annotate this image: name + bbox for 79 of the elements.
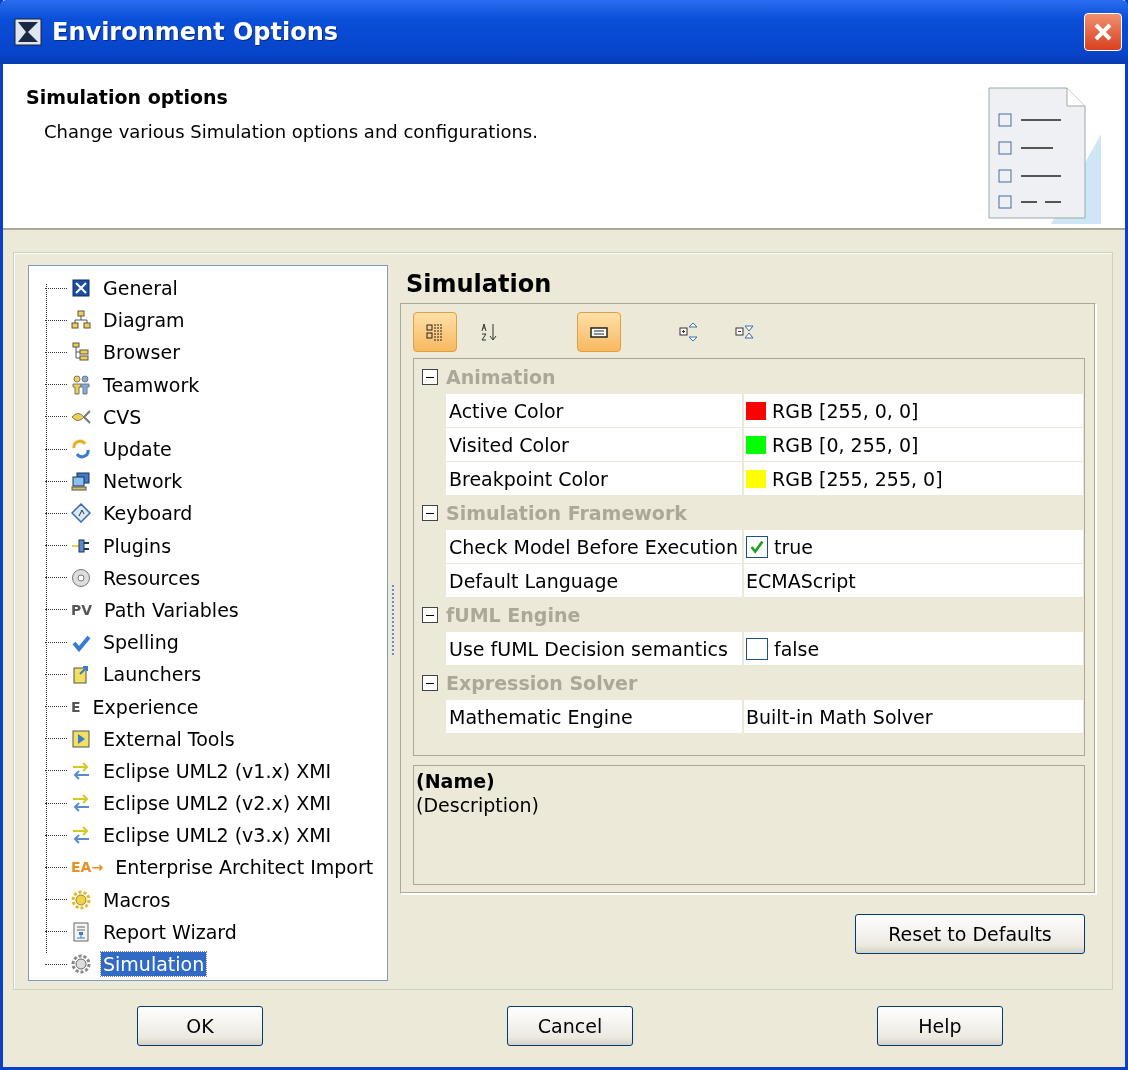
text-icon: EA→ [71, 859, 104, 876]
tree-item[interactable]: Teamwork [101, 372, 202, 397]
reset-button[interactable]: Reset to Defaults [855, 914, 1085, 954]
group-header: Expression Solver [446, 672, 638, 694]
tree-item[interactable]: Eclipse UML2 (v3.x) XMI [101, 823, 334, 848]
checkbox[interactable] [746, 535, 768, 558]
tree-item[interactable]: Enterprise Architect Import [113, 855, 376, 880]
property-value: Built-in Math Solver [746, 705, 933, 728]
description-name: (Name) [416, 770, 495, 792]
tree-item[interactable]: Plugins [101, 533, 174, 558]
expand-all-icon [679, 322, 699, 342]
checkbox[interactable] [746, 637, 768, 660]
group-header: fUML Engine [446, 604, 581, 626]
tree-item[interactable]: Spelling [101, 630, 181, 655]
property-name: Breakpoint Color [446, 462, 744, 495]
diamond-icon [71, 503, 91, 524]
tree-item[interactable]: Report Wizard [101, 919, 239, 944]
tree-item[interactable]: Launchers [101, 662, 204, 687]
description-text: (Description) [416, 794, 540, 816]
panel-title: Simulation [406, 270, 552, 298]
property-name: Mathematic Engine [446, 700, 744, 733]
hierarchy-icon [71, 310, 91, 331]
swap-arrows-icon [71, 825, 91, 846]
text-icon: E [71, 698, 81, 715]
disc-icon [71, 567, 91, 588]
document-icon [71, 921, 91, 942]
property-value: false [774, 637, 820, 660]
property-value: RGB [0, 255, 0] [772, 433, 919, 456]
collapse-all-icon [735, 322, 755, 342]
text-icon: PV [71, 601, 93, 618]
window-icon [71, 278, 91, 299]
tree-item[interactable]: Eclipse UML2 (v1.x) XMI [101, 758, 334, 783]
tree-item[interactable]: Keyboard [101, 501, 195, 526]
gear-icon [71, 954, 91, 975]
cancel-button[interactable]: Cancel [507, 1006, 633, 1046]
group-header: Simulation Framework [446, 502, 687, 524]
play-icon [71, 728, 91, 749]
collapse-toggle[interactable] [422, 369, 438, 385]
tree-item[interactable]: CVS [101, 404, 144, 429]
tree-item[interactable]: Path Variables [102, 597, 241, 622]
tree-item[interactable]: Simulation [101, 952, 207, 977]
tree-icon [71, 342, 91, 363]
category-view-button[interactable] [413, 312, 457, 352]
collapse-toggle[interactable] [422, 675, 438, 691]
ok-button[interactable]: OK [137, 1006, 263, 1046]
app-icon [14, 18, 42, 46]
header-title: Simulation options [26, 86, 228, 108]
tree-item[interactable]: Macros [101, 887, 173, 912]
computer-icon [71, 471, 91, 492]
description-button[interactable] [577, 312, 621, 352]
tree-item[interactable]: Browser [101, 340, 182, 365]
tree-item[interactable]: Experience [90, 694, 201, 719]
header-description: Change various Simulation options and configurations. [44, 121, 538, 142]
property-value: ECMAScript [746, 569, 856, 592]
tree-item[interactable]: External Tools [101, 726, 237, 751]
tree-item[interactable]: Diagram [101, 308, 187, 333]
property-value: RGB [255, 255, 0] [772, 467, 943, 490]
tree-item[interactable]: Network [101, 469, 185, 494]
gear-icon [71, 889, 91, 910]
tree-item[interactable]: Eclipse UML2 (v2.x) XMI [101, 791, 334, 816]
document-icon [71, 664, 91, 685]
refresh-icon [71, 439, 91, 460]
people-icon [71, 374, 91, 395]
group-header: Animation [446, 366, 556, 388]
help-button[interactable]: Help [877, 1006, 1003, 1046]
window-title: Environment Options [52, 18, 340, 46]
property-value: RGB [255, 0, 0] [772, 399, 919, 422]
collapse-toggle[interactable] [422, 607, 438, 623]
swap-arrows-icon [71, 760, 91, 781]
swap-arrows-icon [71, 793, 91, 814]
property-name: Use fUML Decision semantics [446, 632, 744, 665]
property-value: true [774, 535, 813, 558]
property-name: Default Language [446, 564, 744, 597]
tree-item[interactable]: Resources [101, 565, 203, 590]
close-button[interactable] [1084, 13, 1122, 51]
tree-item[interactable]: General [101, 276, 180, 301]
tree-item[interactable]: Update [101, 437, 174, 462]
category-view-icon [425, 322, 445, 342]
collapse-toggle[interactable] [422, 505, 438, 521]
